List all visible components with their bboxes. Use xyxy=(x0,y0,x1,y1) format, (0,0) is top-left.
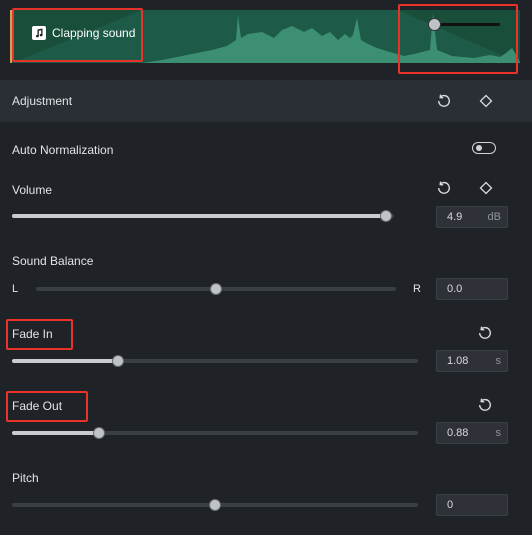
fade-in-slider[interactable] xyxy=(12,355,418,367)
fade-out-slider-thumb[interactable] xyxy=(93,427,106,439)
music-note-icon xyxy=(32,26,46,40)
audio-clip[interactable]: Clapping sound xyxy=(12,10,520,63)
clip-volume-handle[interactable] xyxy=(428,18,441,31)
fade-in-unit: s xyxy=(495,355,502,367)
fade-out-value: 0.88 xyxy=(447,427,469,439)
balance-right-label: R xyxy=(413,283,421,295)
fade-in-label: Fade In xyxy=(12,327,53,341)
auto-normalization-label: Auto Normalization xyxy=(12,143,114,157)
sound-balance-slider-thumb[interactable] xyxy=(210,283,222,295)
clip-edge-marker xyxy=(10,10,12,63)
volume-slider-thumb[interactable] xyxy=(380,210,393,222)
sound-balance-label: Sound Balance xyxy=(12,254,94,268)
audio-adjustment-panel: Clapping sound Adjustment Auto Normaliza… xyxy=(0,0,532,535)
pitch-value-field[interactable]: 0 xyxy=(436,494,508,516)
fade-in-value-field[interactable]: 1.08 s xyxy=(436,350,508,372)
fade-out-label: Fade Out xyxy=(12,399,63,413)
fade-out-slider-fill xyxy=(12,431,100,435)
fade-in-reset-icon[interactable] xyxy=(476,324,494,342)
clip-title: Clapping sound xyxy=(32,26,135,40)
volume-slider-fill xyxy=(12,214,387,218)
fade-in-value: 1.08 xyxy=(447,355,469,367)
sound-balance-value-field[interactable]: 0.0 xyxy=(436,278,508,300)
fade-in-slider-thumb[interactable] xyxy=(111,355,124,367)
clip-name: Clapping sound xyxy=(52,26,136,40)
fade-out-value-field[interactable]: 0.88 s xyxy=(436,422,508,444)
volume-reset-icon[interactable] xyxy=(435,179,453,197)
pitch-slider-thumb[interactable] xyxy=(209,499,221,511)
fade-out-unit: s xyxy=(495,427,502,439)
pitch-slider[interactable] xyxy=(12,499,418,511)
fade-out-slider[interactable] xyxy=(12,427,418,439)
pitch-label: Pitch xyxy=(12,471,39,485)
volume-slider[interactable] xyxy=(12,210,394,222)
keyframe-diamond-icon[interactable] xyxy=(477,92,495,110)
auto-normalization-toggle[interactable] xyxy=(472,142,496,154)
volume-keyframe-icon[interactable] xyxy=(477,179,495,197)
pitch-value: 0 xyxy=(447,499,454,511)
balance-left-label: L xyxy=(12,283,19,295)
volume-value-field[interactable]: 4.9 dB xyxy=(436,206,508,228)
sound-balance-value: 0.0 xyxy=(447,283,463,295)
adjustment-title: Adjustment xyxy=(12,94,73,108)
fade-out-reset-icon[interactable] xyxy=(476,396,494,414)
volume-label: Volume xyxy=(12,183,53,197)
clip-volume-line[interactable] xyxy=(434,23,500,26)
sound-balance-slider[interactable] xyxy=(36,283,396,295)
volume-value: 4.9 xyxy=(447,211,463,223)
volume-unit: dB xyxy=(487,211,501,223)
toggle-knob xyxy=(476,144,482,151)
reset-icon[interactable] xyxy=(435,92,453,110)
fade-in-slider-fill xyxy=(12,359,118,363)
